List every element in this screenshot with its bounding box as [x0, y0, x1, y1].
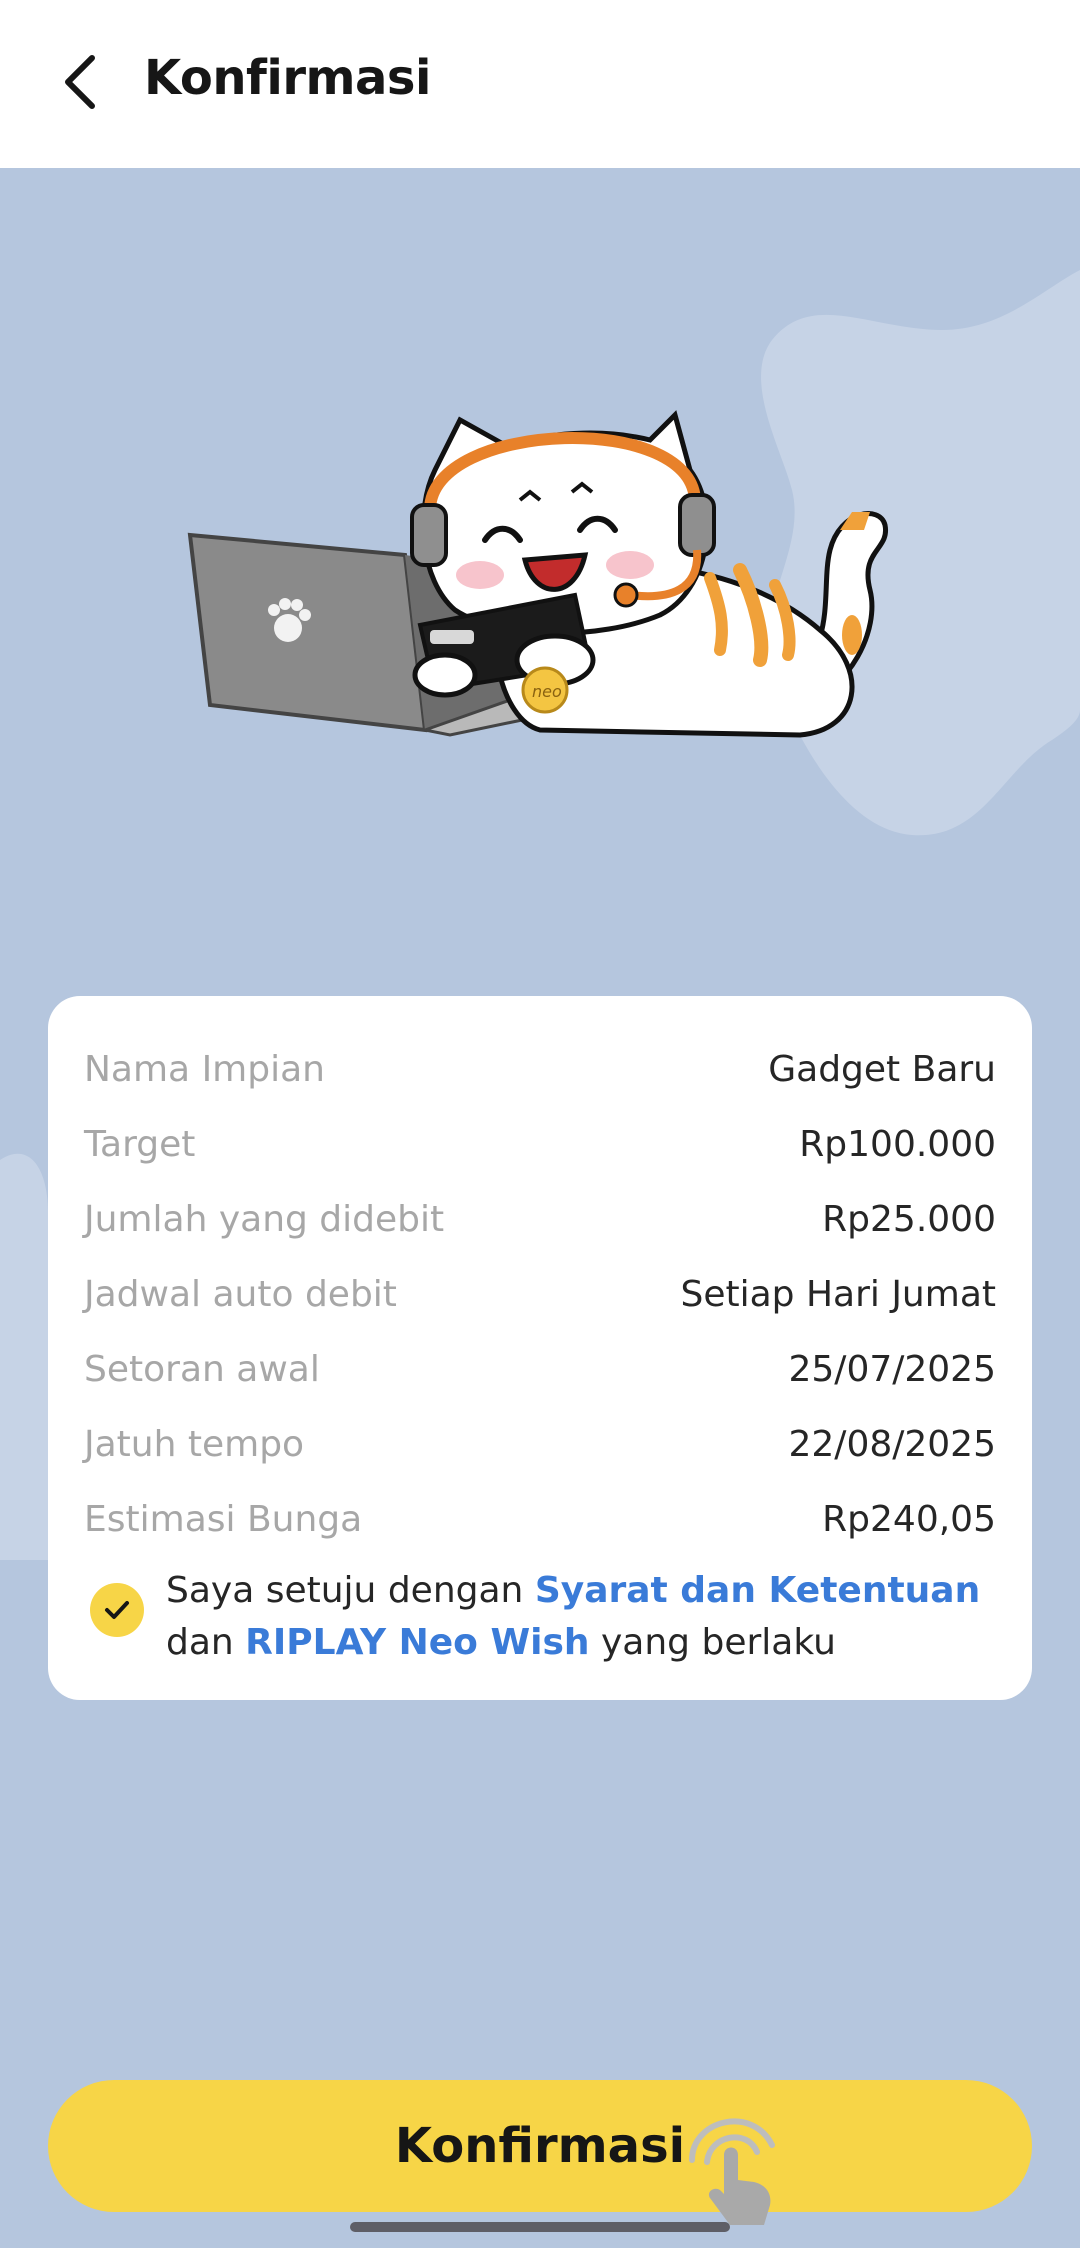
- row-value: Setiap Hari Jumat: [680, 1274, 996, 1315]
- confirmation-summary-card: Nama Impian Gadget Baru Target Rp100.000…: [48, 996, 1032, 1700]
- confirm-button-label: Konfirmasi: [394, 2118, 686, 2174]
- summary-row-debit-schedule: Jadwal auto debit Setiap Hari Jumat: [84, 1257, 996, 1332]
- checkmark-icon: [105, 1601, 129, 1619]
- home-indicator: [350, 2222, 730, 2232]
- tap-hand-icon: [689, 2118, 775, 2225]
- svg-text:neo: neo: [532, 682, 562, 701]
- back-arrow-icon: [65, 55, 95, 109]
- summary-row-goal-name: Nama Impian Gadget Baru: [84, 1032, 996, 1107]
- row-value: 25/07/2025: [788, 1349, 997, 1390]
- row-label: Estimasi Bunga: [84, 1499, 363, 1540]
- mascot-cat-laptop-illustration: neo: [187, 410, 889, 738]
- row-label: Jadwal auto debit: [84, 1274, 397, 1315]
- agreement-text-part: yang berlaku: [589, 1622, 836, 1663]
- terms-link[interactable]: Syarat dan Ketentuan: [535, 1570, 980, 1611]
- summary-row-target: Target Rp100.000: [84, 1107, 996, 1182]
- summary-row-debit-amount: Jumlah yang didebit Rp25.000: [84, 1182, 996, 1257]
- app-header: Konfirmasi: [0, 0, 1080, 168]
- row-label: Setoran awal: [84, 1349, 320, 1390]
- row-value: Rp25.000: [822, 1199, 996, 1240]
- summary-row-initial-deposit: Setoran awal 25/07/2025: [84, 1332, 996, 1407]
- riplay-link[interactable]: RIPLAY Neo Wish: [245, 1622, 589, 1663]
- summary-row-interest-estimate: Estimasi Bunga Rp240,05: [84, 1482, 996, 1557]
- back-button[interactable]: [44, 46, 116, 118]
- row-label: Jumlah yang didebit: [84, 1199, 445, 1240]
- page-title: Konfirmasi: [144, 50, 431, 106]
- row-label: Jatuh tempo: [84, 1424, 305, 1465]
- agreement-text: Saya setuju dengan Syarat dan Ketentuan …: [166, 1565, 980, 1669]
- row-value: Rp240,05: [822, 1499, 996, 1540]
- row-value: Rp100.000: [799, 1124, 996, 1165]
- agreement-checkbox[interactable]: [90, 1583, 144, 1637]
- summary-row-due-date: Jatuh tempo 22/08/2025: [84, 1407, 996, 1482]
- terms-agreement: Saya setuju dengan Syarat dan Ketentuan …: [84, 1565, 996, 1669]
- confirm-button[interactable]: Konfirmasi: [48, 2080, 1032, 2212]
- row-value: 22/08/2025: [788, 1424, 997, 1465]
- agreement-text-part: Saya setuju dengan: [166, 1570, 535, 1611]
- agreement-text-part: dan: [166, 1622, 246, 1663]
- row-value: Gadget Baru: [768, 1049, 996, 1090]
- row-label: Target: [84, 1124, 196, 1165]
- row-label: Nama Impian: [84, 1049, 325, 1090]
